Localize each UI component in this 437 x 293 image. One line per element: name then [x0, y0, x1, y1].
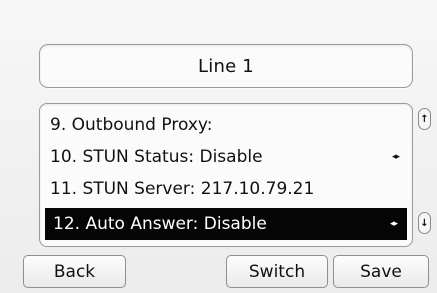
switch-button-label: Switch	[248, 261, 306, 282]
list-item-outbound-proxy[interactable]: 9. Outbound Proxy:	[40, 109, 412, 141]
list-item-label: 12. Auto Answer: Disable	[53, 214, 267, 234]
down-arrow-icon: ↓	[420, 217, 429, 229]
back-button[interactable]: Back	[23, 255, 126, 288]
back-button-label: Back	[53, 261, 96, 282]
page-title-label: Line 1	[198, 55, 254, 77]
settings-list: 9. Outbound Proxy: 10. STUN Status: Disa…	[39, 103, 413, 247]
list-item-label: 10. STUN Status: Disable	[50, 147, 263, 167]
save-button-label: Save	[360, 261, 402, 282]
list-item-auto-answer[interactable]: 12. Auto Answer: Disable ◂▸	[45, 208, 407, 240]
list-item-label: 11. STUN Server: 217.10.79.21	[50, 179, 315, 199]
list-item-label: 9. Outbound Proxy:	[50, 115, 213, 135]
scroll-down-icon[interactable]: ↓	[418, 212, 431, 234]
up-arrow-icon: ↑	[420, 113, 429, 125]
switch-button[interactable]: Switch	[226, 255, 328, 288]
left-right-arrows-icon: ◂▸	[389, 219, 398, 229]
scroll-up-icon[interactable]: ↑	[418, 108, 431, 130]
list-item-stun-status[interactable]: 10. STUN Status: Disable ◂▸	[40, 141, 412, 173]
page-title: Line 1	[39, 44, 413, 88]
phone-screen: Line 1 9. Outbound Proxy: 10. STUN Statu…	[0, 0, 437, 293]
save-button[interactable]: Save	[333, 255, 429, 288]
left-right-arrows-icon: ◂▸	[391, 152, 400, 162]
list-item-stun-server[interactable]: 11. STUN Server: 217.10.79.21	[40, 173, 412, 205]
